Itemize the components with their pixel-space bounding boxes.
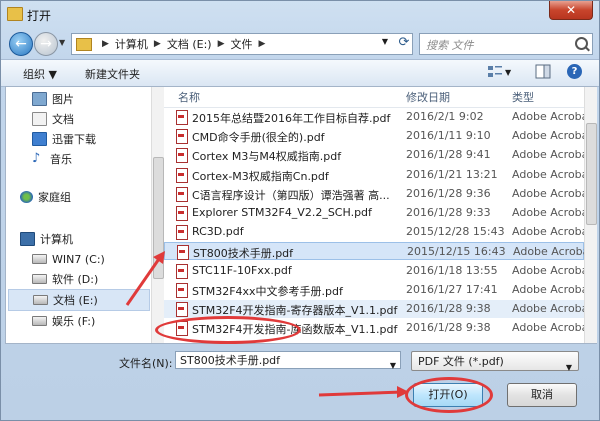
annotation-arrows: [125, 251, 409, 398]
arrow-to-open-button: [318, 390, 404, 397]
arrow-head-icon: [397, 386, 409, 398]
open-dialog: 打开 ✕ ← → ▼ ▶ 计算机 ▶ 文档 (E:) ▶ 文件 ▶ ▼ ⟳ 搜索…: [0, 0, 600, 421]
arrow-head-icon: [153, 251, 165, 264]
arrow-to-file: [125, 255, 163, 306]
